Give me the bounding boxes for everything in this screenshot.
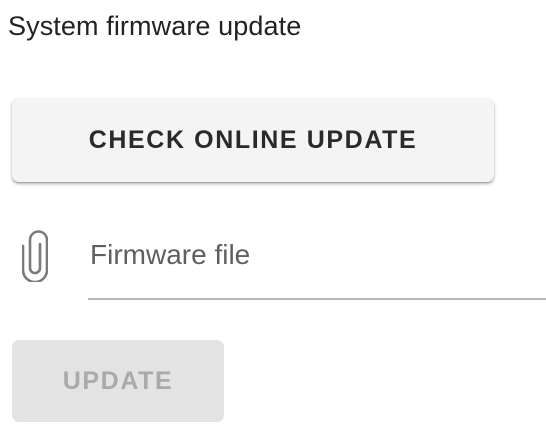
firmware-file-field xyxy=(0,210,546,300)
firmware-update-panel: System firmware update CHECK ONLINE UPDA… xyxy=(0,0,546,431)
check-online-update-button[interactable]: CHECK ONLINE UPDATE xyxy=(12,98,494,182)
update-button[interactable]: UPDATE xyxy=(12,340,224,422)
firmware-file-input-wrapper xyxy=(88,228,546,300)
input-underline xyxy=(88,298,546,300)
paperclip-icon[interactable] xyxy=(21,230,49,284)
section-title: System firmware update xyxy=(8,11,302,41)
firmware-file-input[interactable] xyxy=(88,228,546,288)
